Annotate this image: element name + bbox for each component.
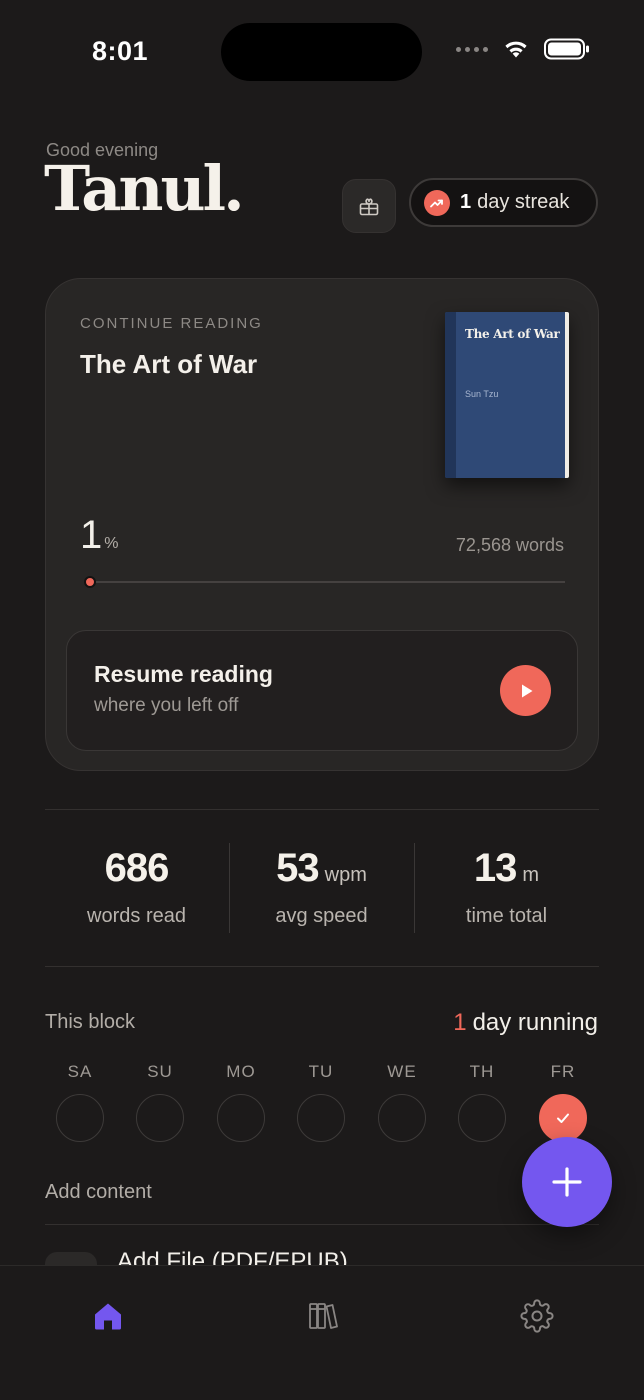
add-content-title: Add content — [45, 1181, 152, 1203]
day-circle — [297, 1094, 345, 1142]
block-title: This block — [45, 1011, 136, 1033]
trending-up-icon — [430, 199, 443, 207]
day-label: FR — [550, 1062, 576, 1081]
streak-icon-badge — [424, 189, 450, 216]
running-count: 1 — [453, 1009, 467, 1036]
resume-reading-button[interactable]: Resume reading where you left off — [66, 630, 578, 751]
stat-words-read: 686 words read — [44, 846, 229, 928]
word-count: 72,568 words — [455, 535, 564, 555]
progress-track — [83, 576, 565, 588]
day-label: MO — [226, 1062, 256, 1081]
running-label: day running — [472, 1009, 598, 1036]
gear-icon — [520, 1299, 554, 1333]
gift-icon — [359, 198, 379, 216]
cellular-signal-icon — [456, 46, 488, 52]
battery-icon — [544, 38, 589, 60]
stat-unit: wpm — [324, 864, 367, 886]
nav-home[interactable] — [78, 1296, 138, 1336]
progress-knob — [83, 576, 96, 588]
day-circle — [458, 1094, 506, 1142]
day-su: SU — [130, 1062, 190, 1142]
streak-text: 1 day streak — [460, 191, 569, 214]
nav-library[interactable] — [293, 1296, 353, 1336]
day-sa: SA — [50, 1062, 110, 1142]
home-icon — [95, 1303, 121, 1330]
add-fab-button[interactable] — [522, 1137, 612, 1227]
streak-count: 1 — [460, 191, 472, 213]
cover-author: Sun Tzu — [465, 389, 499, 399]
resume-subtitle: where you left off — [94, 695, 239, 716]
stat-label: avg speed — [275, 905, 368, 927]
progress-unit: % — [104, 535, 119, 552]
play-button[interactable] — [500, 665, 551, 716]
resume-title: Resume reading — [94, 661, 273, 687]
divider-add — [45, 1224, 599, 1225]
gift-button[interactable] — [342, 179, 396, 233]
book-cover[interactable]: The Art of War Sun Tzu — [445, 312, 569, 478]
day-fr: FR — [533, 1062, 593, 1142]
card-eyebrow: CONTINUE READING — [80, 315, 263, 332]
day-th: TH — [452, 1062, 512, 1142]
day-label: SA — [67, 1062, 93, 1081]
progress-percent: 1% — [80, 513, 118, 558]
day-label: TU — [308, 1062, 334, 1081]
divider-bottom — [45, 966, 599, 967]
day-circle — [217, 1094, 265, 1142]
streak-label: day streak — [477, 191, 570, 213]
day-circle — [136, 1094, 184, 1142]
stat-time-total: 13 m time total — [414, 846, 599, 928]
stat-value: 53 wpm — [276, 846, 367, 890]
status-time: 8:01 — [92, 36, 149, 66]
day-circle-done — [539, 1094, 587, 1142]
book-title: The Art of War — [80, 349, 258, 379]
day-label: SU — [147, 1062, 173, 1081]
status-icons — [456, 38, 590, 60]
day-mo: MO — [211, 1062, 271, 1142]
stat-label: time total — [465, 905, 548, 927]
day-label: TH — [469, 1062, 495, 1081]
nav-settings[interactable] — [507, 1296, 567, 1336]
day-label: WE — [387, 1062, 417, 1081]
day-tu: TU — [291, 1062, 351, 1142]
continue-reading-card[interactable]: CONTINUE READING The Art of War The Art … — [45, 278, 599, 771]
day-circle — [378, 1094, 426, 1142]
progress-value: 1 — [80, 513, 103, 557]
check-icon — [557, 1113, 569, 1123]
stat-label: words read — [87, 905, 186, 927]
dynamic-island — [221, 23, 422, 81]
stat-avg-speed: 53 wpm avg speed — [229, 846, 414, 928]
user-name: Tanul. — [44, 152, 245, 225]
stat-value: 686 — [104, 846, 170, 890]
library-icon — [309, 1303, 338, 1329]
day-circle — [56, 1094, 104, 1142]
stat-unit: m — [522, 864, 540, 886]
plus-icon — [552, 1167, 582, 1197]
streak-badge[interactable]: 1 day streak — [409, 178, 598, 227]
block-running: 1 day running — [453, 1009, 598, 1037]
day-we: WE — [372, 1062, 432, 1142]
stat-value: 13 m — [473, 846, 540, 890]
cover-title: The Art of War — [465, 327, 560, 341]
play-icon — [521, 684, 532, 697]
bottom-nav — [0, 1265, 644, 1400]
divider-top — [45, 809, 599, 810]
wifi-icon — [505, 41, 527, 58]
